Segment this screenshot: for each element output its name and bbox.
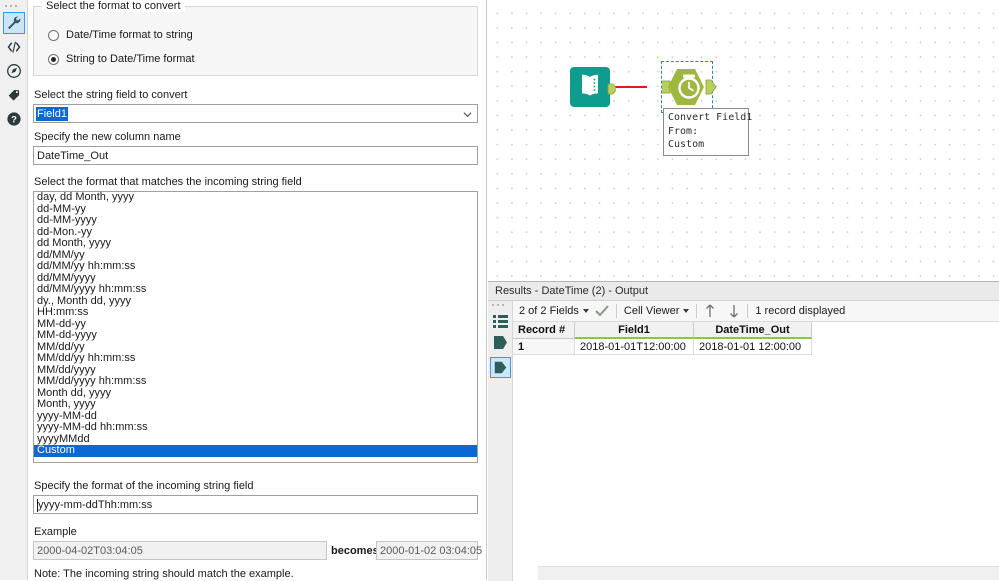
- results-list-icon[interactable]: [490, 310, 511, 331]
- results-horizontal-scrollbar[interactable]: [538, 566, 999, 580]
- format-list-item[interactable]: dd-MM-yy: [34, 203, 477, 216]
- configuration-panel: ? Select the format to convert Date/Time…: [0, 0, 487, 580]
- example-becomes-label: becomes: [331, 545, 379, 557]
- example-output-box: 2000-01-02 03:04:05: [376, 541, 482, 560]
- table-cell[interactable]: 1: [513, 339, 575, 355]
- radio-string-to-datetime-indicator[interactable]: [48, 53, 59, 65]
- table-column-header[interactable]: Field1: [575, 322, 694, 339]
- annotation-icon[interactable]: [3, 60, 25, 82]
- new-column-value: DateTime_Out: [37, 150, 109, 162]
- format-list-item[interactable]: dd-MM-yyyy: [34, 214, 477, 227]
- example-input-box: 2000-04-02T03:04:05: [33, 541, 327, 560]
- format-list-item[interactable]: dd Month, yyyy: [34, 237, 477, 250]
- format-list-item[interactable]: dy., Month dd, yyyy: [34, 295, 477, 308]
- text-input-node[interactable]: [570, 65, 618, 112]
- new-column-input[interactable]: DateTime_Out: [33, 146, 478, 165]
- results-title-text: Results - DateTime (2) - Output: [495, 285, 649, 297]
- example-note: Note: The incoming string should match t…: [34, 568, 294, 580]
- configuration-body: Select the format to convert Date/Time f…: [28, 0, 486, 580]
- new-column-label: Specify the new column name: [34, 131, 181, 143]
- example-label: Example: [34, 526, 77, 538]
- chevron-down-icon[interactable]: [463, 110, 472, 119]
- format-list-item[interactable]: Custom: [34, 444, 477, 457]
- results-panel: Results - DateTime (2) - Output 2 of 2 F…: [488, 281, 999, 581]
- results-title-bar: Results - DateTime (2) - Output: [488, 282, 999, 301]
- format-list-item[interactable]: MM/dd/yyyy hh:mm:ss: [34, 375, 477, 388]
- chevron-down-icon[interactable]: [683, 309, 690, 313]
- results-grid[interactable]: Record # Field1 DateTime_Out 1 2018-01-01T1…: [513, 322, 999, 580]
- workflow-canvas[interactable]: Convert Field1 From: Custom: [488, 0, 999, 281]
- panel-drag-grip[interactable]: [5, 3, 23, 9]
- table-cell[interactable]: 2018-01-01 12:00:00: [694, 339, 812, 355]
- custom-format-label: Specify the format of the incoming strin…: [34, 480, 254, 492]
- results-main: 2 of 2 Fields Cell Viewer 1 record displ…: [513, 301, 999, 580]
- configuration-wrench-icon[interactable]: [3, 12, 25, 34]
- radio-string-to-datetime-label: String to Date/Time format: [66, 53, 195, 65]
- table-column-header[interactable]: Record #: [513, 322, 575, 339]
- record-count-label: 1 record displayed: [755, 305, 846, 317]
- format-list-item[interactable]: MM-dd-yyyy: [34, 329, 477, 342]
- config-icon-rail: ?: [0, 0, 28, 580]
- format-list-label: Select the format that matches the incom…: [34, 176, 302, 188]
- format-list-item[interactable]: dd/MM/yyyy hh:mm:ss: [34, 283, 477, 296]
- format-list-item[interactable]: dd/MM/yy hh:mm:ss: [34, 260, 477, 273]
- toolbar-divider: [615, 304, 617, 318]
- custom-format-value: yyyy-mm-ddThh:mm:ss: [38, 499, 153, 511]
- radio-datetime-to-string-indicator[interactable]: [48, 29, 59, 41]
- datetime-node[interactable]: [659, 63, 724, 114]
- check-icon[interactable]: [595, 305, 609, 317]
- format-list-item[interactable]: HH:mm:ss: [34, 306, 477, 319]
- results-input-anchor-icon[interactable]: [490, 332, 511, 353]
- chevron-down-icon[interactable]: [582, 309, 589, 313]
- results-output-anchor-icon[interactable]: [490, 357, 511, 378]
- format-list-item[interactable]: day, dd Month, yyyy: [34, 192, 477, 204]
- svg-text:?: ?: [11, 115, 17, 126]
- fields-selector[interactable]: 2 of 2 Fields: [519, 305, 589, 317]
- results-drag-grip[interactable]: [492, 304, 508, 309]
- table-body: 1 2018-01-01T12:00:00 2018-01-01 12:00:00: [513, 339, 999, 355]
- table-row[interactable]: 1 2018-01-01T12:00:00 2018-01-01 12:00:00: [513, 339, 999, 355]
- code-brackets-icon[interactable]: [3, 36, 25, 58]
- results-toolbar: 2 of 2 Fields Cell Viewer 1 record displ…: [513, 301, 999, 322]
- toolbar-divider: [696, 304, 698, 318]
- example-input-value: 2000-04-02T03:04:05: [37, 545, 143, 557]
- string-field-value: Field1: [36, 107, 68, 121]
- right-area: Convert Field1 From: Custom Results - Da…: [488, 0, 999, 581]
- example-output-value: 2000-01-02 03:04:05: [380, 545, 483, 557]
- fields-selector-label: 2 of 2 Fields: [519, 305, 579, 317]
- viewer-selector-label: Cell Viewer: [623, 305, 680, 317]
- label-tag-icon[interactable]: [3, 84, 25, 106]
- toolbar-divider: [747, 304, 749, 318]
- table-column-header[interactable]: DateTime_Out: [694, 322, 812, 339]
- radio-datetime-to-string[interactable]: Date/Time format to string: [48, 29, 193, 41]
- format-list-item[interactable]: MM-dd-yy: [34, 318, 477, 331]
- radio-string-to-datetime[interactable]: String to Date/Time format: [48, 53, 195, 65]
- table-header-row: Record # Field1 DateTime_Out: [513, 322, 999, 339]
- format-list-item[interactable]: Month dd, yyyy: [34, 387, 477, 400]
- arrow-down-icon[interactable]: [728, 304, 740, 318]
- help-question-icon[interactable]: ?: [3, 108, 25, 130]
- format-list-item[interactable]: MM/dd/yy hh:mm:ss: [34, 352, 477, 365]
- format-list-item[interactable]: Month, yyyy: [34, 398, 477, 411]
- format-list-item[interactable]: yyyyMMdd: [34, 433, 477, 446]
- results-icon-rail: [488, 301, 513, 581]
- format-listbox[interactable]: day, dd Month, yyyy dd-MM-yy dd-MM-yyyy dd-…: [33, 191, 478, 463]
- alteryx-app-window: ? Select the format to convert Date/Time…: [0, 0, 999, 581]
- table-cell[interactable]: 2018-01-01T12:00:00: [575, 339, 694, 355]
- string-field-dropdown[interactable]: Field1: [33, 104, 478, 123]
- format-list-item[interactable]: yyyy-MM-dd hh:mm:ss: [34, 421, 477, 434]
- arrow-up-icon[interactable]: [704, 304, 716, 318]
- viewer-selector[interactable]: Cell Viewer: [623, 305, 690, 317]
- radio-datetime-to-string-label: Date/Time format to string: [66, 29, 193, 41]
- custom-format-input[interactable]: yyyy-mm-ddThh:mm:ss: [33, 495, 478, 514]
- format-to-convert-group: Select the format to convert Date/Time f…: [33, 0, 478, 76]
- field-select-label: Select the string field to convert: [34, 89, 188, 101]
- format-group-legend: Select the format to convert: [42, 0, 185, 12]
- node-annotation[interactable]: Convert Field1 From: Custom: [663, 108, 752, 156]
